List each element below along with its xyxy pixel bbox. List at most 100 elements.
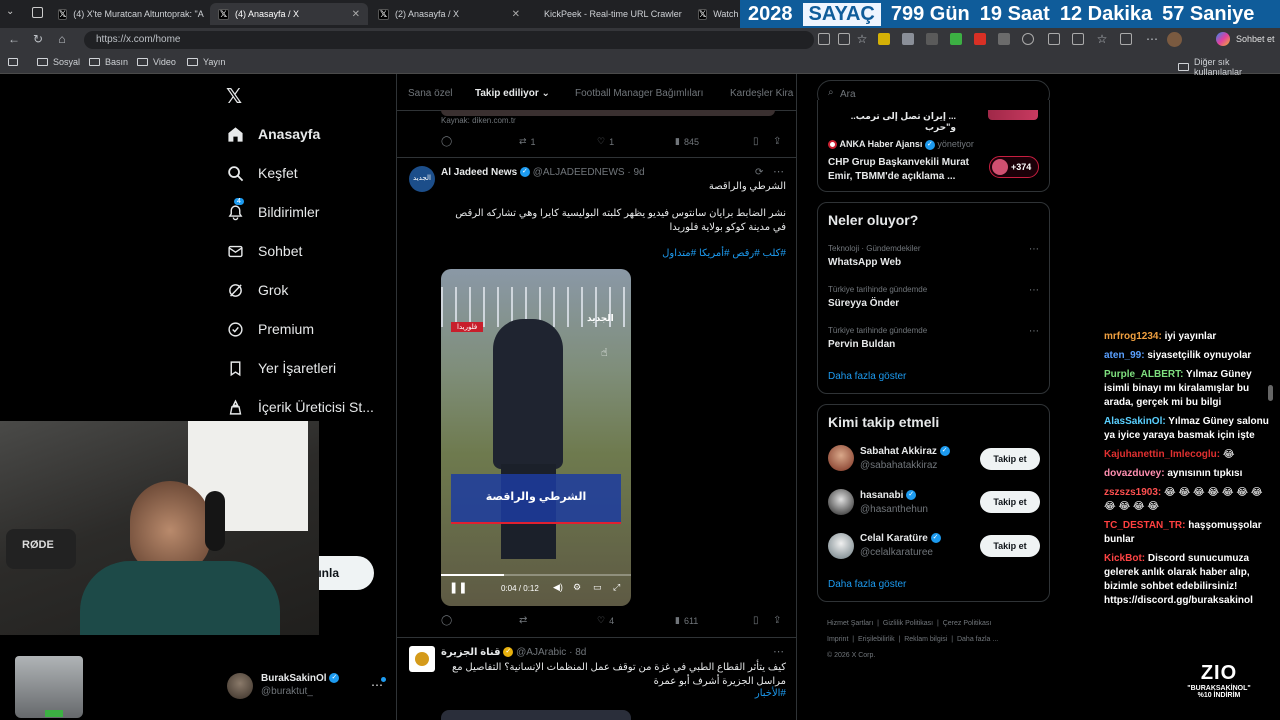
extension-icon[interactable] <box>998 33 1010 45</box>
tab-for-you[interactable]: Sana özel <box>408 88 452 99</box>
tab-menu-chevron-icon[interactable]: ⌄ <box>6 6 20 20</box>
share-button[interactable]: ⇪ <box>773 136 781 147</box>
translate-icon[interactable] <box>818 33 830 45</box>
follow-button[interactable]: Takip et <box>980 535 1040 557</box>
post-time[interactable]: 9d <box>633 167 644 178</box>
tab-3[interactable]: KickPeek - Real-time URL Crawler✕ <box>530 3 688 25</box>
news-headline[interactable]: CHP Grup Başkanvekili Murat Emir, TBMM'd… <box>828 156 978 184</box>
post-more-icon[interactable]: ⋯ <box>773 165 784 178</box>
trend-item[interactable]: Türkiye tarihinde gündemde Pervin Buldan… <box>828 326 1043 350</box>
collections-icon[interactable] <box>1120 33 1132 45</box>
tab-2[interactable]: 𝕏 (2) Anasayfa / X ✕ <box>370 3 528 25</box>
extension-icon[interactable] <box>878 33 890 45</box>
refresh-icon[interactable]: ↻ <box>30 31 46 47</box>
post-author[interactable]: Al Jadeed News <box>441 167 517 178</box>
follow-suggestion[interactable]: hasanabi ✓ @hasanthehun <box>860 490 928 515</box>
extension-icon[interactable] <box>926 33 938 45</box>
sidebar-icon[interactable] <box>1072 33 1084 45</box>
bookmark-button[interactable]: ▯ <box>753 136 759 147</box>
extension-icon[interactable] <box>974 33 986 45</box>
nav-chat[interactable]: Sohbet <box>226 242 302 260</box>
tab-0[interactable]: 𝕏(4) X'te Muratcan Altuntoprak: "A✕ <box>50 3 208 25</box>
footer-link[interactable]: Reklam bilgisi <box>904 636 947 643</box>
favorite-star-icon[interactable]: ☆ <box>854 31 870 47</box>
bookmark-folder[interactable]: Video <box>137 57 176 67</box>
chat-username[interactable]: dovazduvey: <box>1104 468 1165 479</box>
post-handle[interactable]: @AJArabic <box>516 647 566 658</box>
post-avatar[interactable]: الجديد <box>409 166 435 192</box>
news-count-badge[interactable]: +374 <box>989 156 1039 178</box>
nav-home[interactable]: Anasayfa <box>226 125 320 143</box>
other-bookmarks[interactable]: Diğer sık kullanılanlar <box>1178 57 1280 77</box>
post-author[interactable]: قناة الجزيرة <box>441 647 501 658</box>
copilot-icon[interactable] <box>1216 32 1230 46</box>
chat-username[interactable]: zszszs1903: <box>1104 487 1161 498</box>
retweet-button[interactable]: ⇄ <box>519 615 527 626</box>
footer-link[interactable]: Imprint <box>827 636 848 643</box>
nav-premium[interactable]: Premium <box>226 320 314 338</box>
tab-groups-icon[interactable] <box>32 7 43 18</box>
post-handle[interactable]: @ALJADEEDNEWS <box>533 167 625 178</box>
extension-icon[interactable] <box>950 33 962 45</box>
grok-icon[interactable]: ⟳ <box>755 167 763 178</box>
follow-button[interactable]: Takip et <box>980 448 1040 470</box>
who-to-follow-show-more[interactable]: Daha fazla göster <box>828 579 906 590</box>
post-media-preview[interactable] <box>441 710 631 720</box>
footer-link[interactable]: Hizmet Şartları <box>827 620 873 627</box>
nav-explore[interactable]: Keşfet <box>226 164 298 182</box>
bookmark-folder[interactable]: Sosyal <box>37 57 80 67</box>
more-icon[interactable]: ⋯ <box>1144 31 1160 47</box>
views-button[interactable]: ▮ 845 <box>675 136 699 147</box>
trend-item[interactable]: Teknoloji · Gündemdekiler WhatsApp Web ⋯ <box>828 244 1043 268</box>
home-nav-icon[interactable]: ⌂ <box>54 31 70 47</box>
news-thumbnail[interactable] <box>988 110 1038 120</box>
url-field[interactable]: https://x.com/home <box>84 31 814 49</box>
post-hashtags[interactable]: #كلب #رقص #أمريكا #متداول <box>441 248 786 259</box>
bookmark-button[interactable]: ▯ <box>753 615 759 626</box>
like-button[interactable]: ♡ 1 <box>597 136 614 147</box>
nav-creator-studio[interactable]: İçerik Üreticisi St... <box>226 398 374 416</box>
news-source-name[interactable]: ANKA Haber Ajansı <box>840 139 923 149</box>
fullscreen-icon[interactable]: ⤢ <box>613 582 620 593</box>
reply-button[interactable]: ◯ <box>441 615 452 626</box>
account-switcher[interactable]: BurakSakinOl ✓ @buraktut_ <box>261 673 340 697</box>
avatar[interactable] <box>828 489 854 515</box>
chat-username[interactable]: TC_DESTAN_TR: <box>1104 520 1185 531</box>
footer-link[interactable]: Daha fazla ... <box>957 636 998 643</box>
trends-show-more[interactable]: Daha fazla göster <box>828 371 906 382</box>
nav-bookmarks[interactable]: Yer İşaretleri <box>226 359 336 377</box>
nav-notifications[interactable]: 4 Bildirimler <box>226 198 319 221</box>
post-hashtags[interactable]: #الأخبار <box>441 688 786 699</box>
bookmark-folder[interactable]: Basın <box>89 57 128 67</box>
tab-4[interactable]: 𝕏 Watch Fr <box>690 3 740 25</box>
tab-list-kardesler[interactable]: Kardeşler Kira <box>730 88 793 99</box>
extension-icon[interactable] <box>1022 33 1034 45</box>
pause-icon[interactable]: ❚❚ <box>449 581 467 594</box>
retweet-button[interactable]: ⇄ 1 <box>519 136 536 147</box>
chat-username[interactable]: KickBot: <box>1104 553 1145 564</box>
footer-link[interactable]: Erişilebilirlik <box>858 636 895 643</box>
reply-button[interactable]: ◯ <box>441 136 452 147</box>
like-button[interactable]: ♡ 4 <box>597 615 614 626</box>
trend-more-icon[interactable]: ⋯ <box>1029 285 1039 296</box>
chat-username[interactable]: AlasSakinOl: <box>1104 416 1166 427</box>
volume-icon[interactable]: ◀) <box>553 582 563 593</box>
nav-grok[interactable]: Grok <box>226 281 288 299</box>
bookmarks-menu-icon[interactable] <box>8 58 18 66</box>
tab-following[interactable]: Takip ediliyor ⌄ <box>475 88 550 99</box>
post-time[interactable]: 8d <box>575 647 586 658</box>
bookmark-folder[interactable]: Yayın <box>187 57 225 67</box>
post-more-icon[interactable]: ⋯ <box>773 645 784 658</box>
post-video[interactable]: الجديد فلوريدا الشرطي والراقصة ❚❚ 0:04 /… <box>441 269 631 606</box>
extension-icon[interactable] <box>902 33 914 45</box>
pip-icon[interactable]: ▭ <box>593 582 602 593</box>
back-icon[interactable]: ← <box>6 31 22 47</box>
chat-username[interactable]: Purple_ALBERT: <box>1104 369 1183 380</box>
video-progress[interactable] <box>441 574 631 576</box>
follow-button[interactable]: Takip et <box>980 491 1040 513</box>
share-button[interactable]: ⇪ <box>773 615 781 626</box>
tab-list-fm[interactable]: Football Manager Bağımlıları <box>575 88 703 99</box>
trend-more-icon[interactable]: ⋯ <box>1029 326 1039 337</box>
split-screen-icon[interactable] <box>1048 33 1060 45</box>
close-tab-icon[interactable]: ✕ <box>352 9 360 20</box>
